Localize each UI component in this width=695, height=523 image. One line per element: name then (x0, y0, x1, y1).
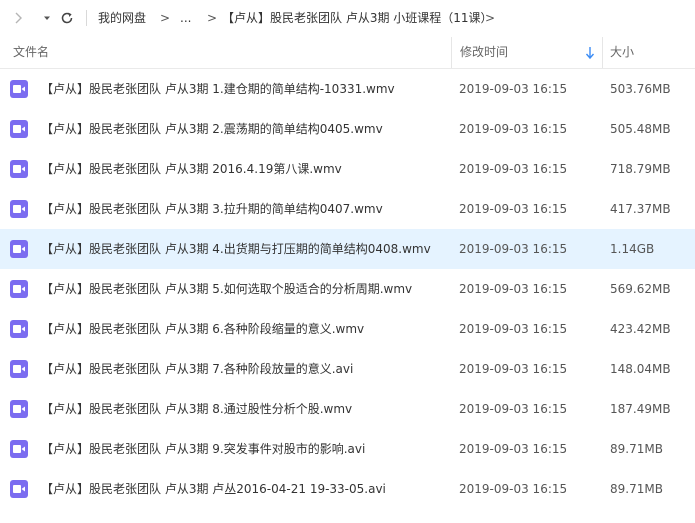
breadcrumb-separator: > (207, 11, 218, 25)
file-row[interactable]: 【卢从】股民老张团队 卢从3期 1.建仓期的简单结构-10331.wmv 2019… (0, 69, 695, 109)
video-icon (10, 440, 28, 458)
file-name[interactable]: 【卢从】股民老张团队 卢从3期 8.通过股性分析个股.wmv (41, 389, 352, 429)
file-list: 【卢从】股民老张团队 卢从3期 1.建仓期的简单结构-10331.wmv 2019… (0, 69, 695, 509)
file-size: 718.79MB (610, 162, 671, 176)
breadcrumb-root[interactable]: 我的网盘 (98, 10, 146, 26)
column-header-size[interactable]: 大小 (610, 37, 634, 68)
sort-descending-icon[interactable] (584, 46, 596, 60)
file-modified-time: 2019-09-03 16:15 (459, 402, 568, 416)
file-name[interactable]: 【卢从】股民老张团队 卢从3期 9.突发事件对股市的影响.avi (41, 429, 365, 469)
file-name[interactable]: 【卢从】股民老张团队 卢从3期 1.建仓期的简单结构-10331.wmv (41, 69, 395, 109)
file-row[interactable]: 【卢从】股民老张团队 卢从3期 6.各种阶段缩量的意义.wmv 2019-09-0… (0, 309, 695, 349)
file-row[interactable]: 【卢从】股民老张团队 卢从3期 2.震荡期的简单结构0405.wmv 2019-0… (0, 109, 695, 149)
back-button[interactable] (8, 8, 28, 28)
file-row[interactable]: 【卢从】股民老张团队 卢从3期 9.突发事件对股市的影响.avi 2019-09-… (0, 429, 695, 469)
video-icon (10, 400, 28, 418)
file-modified-time: 2019-09-03 16:15 (459, 122, 568, 136)
file-size: 148.04MB (610, 362, 671, 376)
video-icon (10, 360, 28, 378)
file-row[interactable]: 【卢从】股民老张团队 卢从3期 7.各种阶段放量的意义.avi 2019-09-0… (0, 349, 695, 389)
file-size: 503.76MB (610, 82, 671, 96)
file-name[interactable]: 【卢从】股民老张团队 卢从3期 2016.4.19第八课.wmv (41, 149, 342, 189)
column-divider[interactable] (602, 37, 603, 68)
video-icon (10, 280, 28, 298)
file-name[interactable]: 【卢从】股民老张团队 卢从3期 卢丛2016-04-21 19-33-05.av… (41, 469, 386, 509)
video-icon (10, 80, 28, 98)
file-name[interactable]: 【卢从】股民老张团队 卢从3期 4.出货期与打压期的简单结构0408.wmv (41, 229, 431, 269)
video-icon (10, 240, 28, 258)
file-modified-time: 2019-09-03 16:15 (459, 442, 568, 456)
file-list-header: 文件名 修改时间 大小 (0, 37, 695, 68)
file-modified-time: 2019-09-03 16:15 (459, 162, 568, 176)
file-size: 423.42MB (610, 322, 671, 336)
file-row[interactable]: 【卢从】股民老张团队 卢从3期 卢丛2016-04-21 19-33-05.av… (0, 469, 695, 509)
file-modified-time: 2019-09-03 16:15 (459, 482, 568, 496)
file-name[interactable]: 【卢从】股民老张团队 卢从3期 7.各种阶段放量的意义.avi (41, 349, 353, 389)
file-name[interactable]: 【卢从】股民老张团队 卢从3期 5.如何选取个股适合的分析周期.wmv (41, 269, 412, 309)
file-name[interactable]: 【卢从】股民老张团队 卢从3期 6.各种阶段缩量的意义.wmv (41, 309, 364, 349)
file-row[interactable]: 【卢从】股民老张团队 卢从3期 3.拉升期的简单结构0407.wmv 2019-0… (0, 189, 695, 229)
navigation-bar: 我的网盘 > ... > 【卢从】股民老张团队 卢从3期 小班课程（11课） > (0, 0, 695, 36)
file-name[interactable]: 【卢从】股民老张团队 卢从3期 3.拉升期的简单结构0407.wmv (41, 189, 383, 229)
file-size: 569.62MB (610, 282, 671, 296)
toolbar-divider (86, 10, 87, 26)
chevron-right-icon (15, 12, 22, 24)
file-modified-time: 2019-09-03 16:15 (459, 202, 568, 216)
video-icon (10, 120, 28, 138)
breadcrumb-separator: > (160, 11, 171, 25)
column-divider[interactable] (451, 37, 452, 68)
refresh-icon (61, 12, 73, 24)
refresh-button[interactable] (57, 8, 77, 28)
file-modified-time: 2019-09-03 16:15 (459, 242, 568, 256)
file-modified-time: 2019-09-03 16:15 (459, 362, 568, 376)
file-modified-time: 2019-09-03 16:15 (459, 322, 568, 336)
column-header-name[interactable]: 文件名 (13, 37, 49, 68)
caret-down-icon (44, 16, 50, 20)
file-size: 89.71MB (610, 482, 663, 496)
video-icon (10, 200, 28, 218)
file-name[interactable]: 【卢从】股民老张团队 卢从3期 2.震荡期的简单结构0405.wmv (41, 109, 383, 149)
file-row[interactable]: 【卢从】股民老张团队 卢从3期 2016.4.19第八课.wmv 2019-09-… (0, 149, 695, 189)
file-modified-time: 2019-09-03 16:15 (459, 282, 568, 296)
breadcrumb-ellipsis[interactable]: ... (180, 10, 191, 26)
video-icon (10, 320, 28, 338)
file-size: 417.37MB (610, 202, 671, 216)
video-icon (10, 160, 28, 178)
file-size: 505.48MB (610, 122, 671, 136)
file-size: 89.71MB (610, 442, 663, 456)
breadcrumb-separator: > (485, 11, 496, 25)
breadcrumb-current[interactable]: 【卢从】股民老张团队 卢从3期 小班课程（11课） (222, 10, 493, 26)
file-row[interactable]: 【卢从】股民老张团队 卢从3期 8.通过股性分析个股.wmv 2019-09-03… (0, 389, 695, 429)
file-row[interactable]: 【卢从】股民老张团队 卢从3期 4.出货期与打压期的简单结构0408.wmv 20… (0, 229, 695, 269)
file-row[interactable]: 【卢从】股民老张团队 卢从3期 5.如何选取个股适合的分析周期.wmv 2019-… (0, 269, 695, 309)
dropdown-button[interactable] (37, 8, 57, 28)
file-modified-time: 2019-09-03 16:15 (459, 82, 568, 96)
video-icon (10, 480, 28, 498)
file-size: 187.49MB (610, 402, 671, 416)
file-size: 1.14GB (610, 242, 655, 256)
column-header-modified[interactable]: 修改时间 (460, 37, 508, 68)
